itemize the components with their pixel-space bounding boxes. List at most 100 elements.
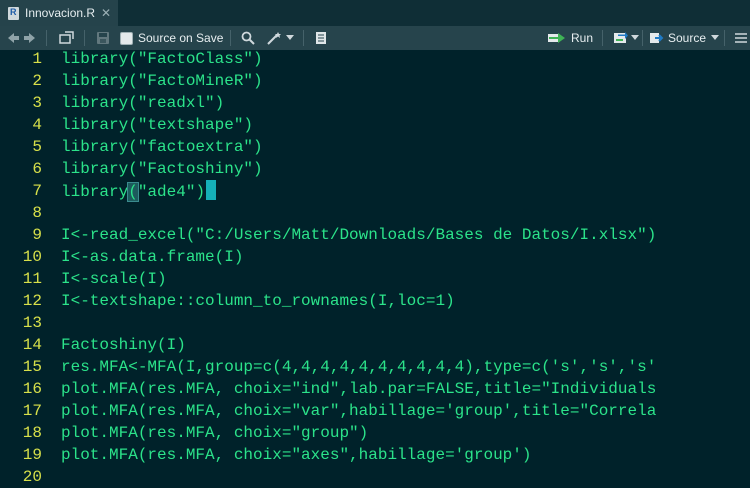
toolbar-divider bbox=[303, 30, 304, 46]
code-text: library("readxl") bbox=[61, 94, 225, 112]
search-icon bbox=[241, 31, 255, 45]
editor-options-button[interactable] bbox=[734, 26, 748, 50]
line-number: 14 bbox=[22, 336, 42, 354]
line-number: 2 bbox=[32, 72, 42, 90]
find-replace-button[interactable] bbox=[241, 26, 255, 50]
toolbar-divider bbox=[602, 30, 603, 46]
lines-menu-icon bbox=[735, 33, 747, 43]
line-number: 6 bbox=[32, 160, 42, 178]
toolbar-divider bbox=[84, 30, 85, 46]
line-number: 19 bbox=[22, 446, 42, 464]
close-tab-icon[interactable]: ✕ bbox=[101, 6, 111, 20]
arrow-left-icon bbox=[8, 33, 19, 43]
editor-tab-bar: Innovacion.R ✕ bbox=[0, 0, 750, 26]
code-line[interactable]: 7 library("ade4") bbox=[0, 180, 750, 202]
code-text: plot.MFA(res.MFA, choix="group") bbox=[61, 424, 369, 442]
code-line[interactable]: 10 I<-as.data.frame(I) bbox=[0, 246, 750, 268]
back-button[interactable] bbox=[6, 26, 20, 50]
forward-button[interactable] bbox=[23, 26, 37, 50]
arrow-right-icon bbox=[24, 33, 35, 43]
chevron-down-icon bbox=[286, 35, 294, 40]
rerun-button[interactable] bbox=[613, 26, 639, 50]
chevron-down-icon bbox=[631, 35, 639, 40]
save-button[interactable] bbox=[96, 26, 110, 50]
code-text: res.MFA<-MFA(I,group=c(4,4,4,4,4,4,4,4,4… bbox=[61, 358, 657, 376]
source-on-save-label: Source on Save bbox=[138, 31, 224, 45]
source-button[interactable]: Source bbox=[649, 26, 720, 50]
line-number: 11 bbox=[22, 270, 42, 288]
text-cursor bbox=[206, 180, 217, 200]
toolbar-divider bbox=[642, 30, 643, 46]
line-number: 17 bbox=[22, 402, 42, 420]
code-text: library("Factoshiny") bbox=[61, 160, 263, 178]
line-number: 9 bbox=[32, 226, 42, 244]
file-tab[interactable]: Innovacion.R ✕ bbox=[0, 0, 118, 26]
code-editor[interactable]: 1 library("FactoClass") 2 library("FactoMin… bbox=[0, 48, 750, 486]
code-segment: "ade4") bbox=[137, 183, 206, 201]
matched-paren-highlight: ( bbox=[127, 182, 139, 202]
code-text: plot.MFA(res.MFA, choix="ind",lab.par=FA… bbox=[61, 380, 657, 398]
run-button[interactable]: Run bbox=[547, 26, 593, 50]
code-line[interactable]: 9 I<-read_excel("C:/Users/Matt/Downloads/… bbox=[0, 224, 750, 246]
line-number: 8 bbox=[32, 204, 42, 222]
source-on-save-checkbox[interactable] bbox=[120, 31, 133, 45]
toolbar-divider bbox=[46, 30, 47, 46]
line-number: 7 bbox=[32, 182, 42, 200]
code-line[interactable]: 1 library("FactoClass") bbox=[0, 48, 750, 70]
code-line[interactable]: 13 bbox=[0, 312, 750, 334]
code-text: I<-textshape::column_to_rownames(I,loc=1… bbox=[61, 292, 455, 310]
file-tab-label: Innovacion.R bbox=[25, 6, 96, 20]
run-label: Run bbox=[571, 31, 594, 45]
code-text: I<-read_excel("C:/Users/Matt/Downloads/B… bbox=[61, 226, 657, 244]
code-line[interactable]: 8 bbox=[0, 202, 750, 224]
code-line[interactable]: 3 library("readxl") bbox=[0, 92, 750, 114]
code-line[interactable]: 16 plot.MFA(res.MFA, choix="ind",lab.par=… bbox=[0, 378, 750, 400]
line-number: 3 bbox=[32, 94, 42, 112]
code-line[interactable]: 14 Factoshiny(I) bbox=[0, 334, 750, 356]
code-text: library("factoextra") bbox=[61, 138, 263, 156]
code-text: I<-as.data.frame(I) bbox=[61, 248, 244, 266]
save-icon bbox=[97, 32, 109, 44]
code-line[interactable]: 20 bbox=[0, 466, 750, 488]
code-segment: library bbox=[61, 183, 129, 201]
line-number: 5 bbox=[32, 138, 42, 156]
line-number: 12 bbox=[22, 292, 42, 310]
code-text: library("ade4") bbox=[61, 180, 217, 203]
source-on-save-toggle[interactable]: Source on Save bbox=[120, 26, 223, 50]
source-arrow-icon bbox=[650, 33, 664, 43]
code-text: library("textshape") bbox=[61, 116, 254, 134]
new-window-icon bbox=[59, 31, 74, 44]
source-label: Source bbox=[668, 31, 707, 45]
code-line[interactable]: 19 plot.MFA(res.MFA, choix="axes",habilla… bbox=[0, 444, 750, 466]
toolbar-divider bbox=[230, 30, 231, 46]
code-line[interactable]: 17 plot.MFA(res.MFA, choix="var",habillag… bbox=[0, 400, 750, 422]
show-in-new-window-button[interactable] bbox=[58, 26, 74, 50]
rerun-icon bbox=[614, 32, 628, 43]
toolbar-divider bbox=[724, 30, 725, 46]
line-number: 18 bbox=[22, 424, 42, 442]
code-text: I<-scale(I) bbox=[61, 270, 167, 288]
code-line[interactable]: 2 library("FactoMineR") bbox=[0, 70, 750, 92]
code-text: library("FactoClass") bbox=[61, 50, 263, 68]
code-text: plot.MFA(res.MFA, choix="axes",habillage… bbox=[61, 446, 532, 464]
line-number: 15 bbox=[22, 358, 42, 376]
code-text: Factoshiny(I) bbox=[61, 336, 186, 354]
code-line[interactable]: 5 library("factoextra") bbox=[0, 136, 750, 158]
line-number: 16 bbox=[22, 380, 42, 398]
line-number: 4 bbox=[32, 116, 42, 134]
code-text: plot.MFA(res.MFA, choix="var",habillage=… bbox=[61, 402, 657, 420]
line-number: 10 bbox=[22, 248, 42, 266]
line-number: 1 bbox=[32, 50, 42, 68]
compile-report-button[interactable] bbox=[314, 26, 328, 50]
line-number: 20 bbox=[22, 468, 42, 486]
code-line[interactable]: 11 I<-scale(I) bbox=[0, 268, 750, 290]
code-line[interactable]: 15 res.MFA<-MFA(I,group=c(4,4,4,4,4,4,4,4… bbox=[0, 356, 750, 378]
r-file-icon bbox=[8, 6, 19, 20]
code-tools-button[interactable] bbox=[266, 26, 294, 50]
code-line[interactable]: 12 I<-textshape::column_to_rownames(I,loc… bbox=[0, 290, 750, 312]
code-line[interactable]: 4 library("textshape") bbox=[0, 114, 750, 136]
code-line[interactable]: 6 library("Factoshiny") bbox=[0, 158, 750, 180]
chevron-down-icon bbox=[711, 35, 720, 40]
code-line[interactable]: 18 plot.MFA(res.MFA, choix="group") bbox=[0, 422, 750, 444]
magic-wand-icon bbox=[267, 32, 281, 45]
